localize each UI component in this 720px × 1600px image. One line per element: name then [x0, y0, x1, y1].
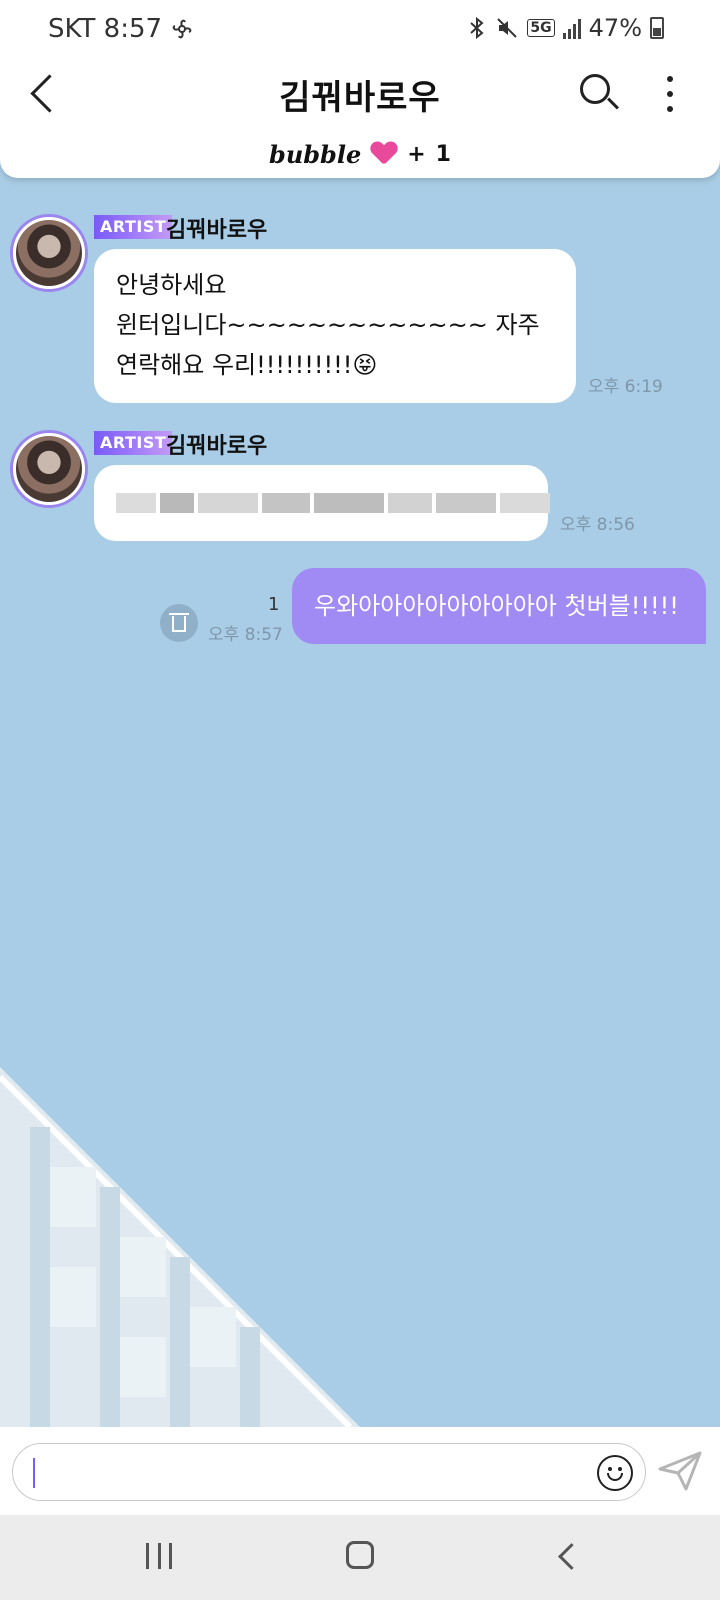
message-text: 우와아아아아아아아아아 첫버블!!!!!: [314, 592, 679, 620]
home-icon[interactable]: [346, 1541, 374, 1569]
trash-icon[interactable]: [160, 604, 198, 642]
send-icon[interactable]: [656, 1449, 704, 1493]
text-cursor: [33, 1458, 35, 1488]
carrier-time: SKT 8:57: [48, 14, 163, 44]
outgoing-message[interactable]: 우와아아아아아아아아아 첫버블!!!!!: [292, 568, 706, 644]
bluetooth-icon: [470, 16, 484, 40]
message-time: 오후 8:57: [208, 625, 283, 645]
artist-badge: ARTIST: [94, 215, 173, 239]
5g-icon: 5G: [527, 19, 555, 37]
artist-badge: ARTIST: [94, 431, 173, 455]
banner-plus: +: [407, 141, 426, 167]
bubble-label: bubble: [269, 139, 362, 169]
status-bar: SKT 8:57 5G 47%: [0, 0, 720, 60]
bubble-banner[interactable]: bubble + 1: [0, 130, 720, 178]
incoming-message[interactable]: 안녕하세요 윈터입니다~~~~~~~~~~~~~ 자주 연락해요 우리!!!!!…: [94, 249, 576, 403]
emoji-icon[interactable]: [597, 1455, 633, 1491]
system-nav-bar: [0, 1515, 720, 1600]
building-background-image: [0, 1067, 360, 1427]
chat-area[interactable]: bubble + 1 ARTIST 김꿔바로우 안녕하세요 윈터입니다~~~~~…: [0, 130, 720, 1427]
banner-count: 1: [435, 141, 451, 167]
mute-icon: [497, 18, 518, 38]
message-text: 안녕하세요 윈터입니다~~~~~~~~~~~~~ 자주 연락해요 우리!!!!!…: [116, 271, 540, 379]
signal-icon: [562, 17, 581, 39]
avatar[interactable]: [10, 214, 88, 292]
avatar[interactable]: [10, 430, 88, 508]
battery-percent: 47%: [588, 14, 642, 42]
incoming-message-obscured[interactable]: [94, 465, 550, 541]
battery-icon: [650, 17, 664, 39]
message-time: 오후 6:19: [588, 377, 663, 397]
obscured-text: [116, 484, 550, 522]
nav-back-icon[interactable]: [554, 1543, 580, 1569]
search-icon[interactable]: [576, 70, 620, 114]
message-time: 오후 8:56: [560, 515, 635, 535]
recent-apps-icon[interactable]: [146, 1543, 172, 1569]
message-input-bar: [0, 1427, 720, 1515]
heart-icon: [371, 142, 397, 166]
unread-count: 1: [268, 594, 280, 615]
message-input[interactable]: [12, 1443, 646, 1501]
sender-name: 김꿔바로우: [166, 434, 268, 459]
sender-name: 김꿔바로우: [166, 218, 268, 243]
fan-icon: [172, 19, 192, 39]
more-vertical-icon[interactable]: [660, 74, 680, 114]
chat-header: 김꿔바로우: [0, 60, 720, 130]
